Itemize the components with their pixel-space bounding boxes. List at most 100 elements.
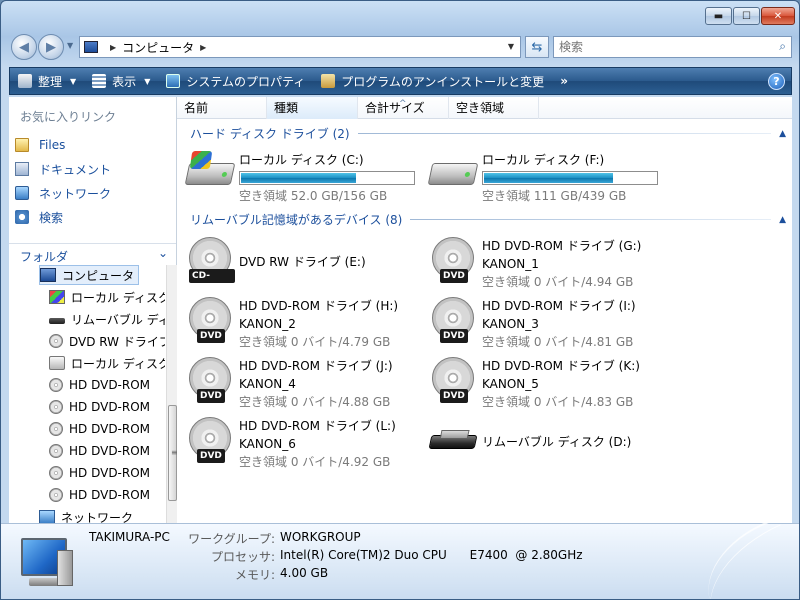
workgroup-value: WORKGROUP — [280, 530, 361, 544]
favorite-link-label: Files — [39, 138, 66, 152]
tree-item-network[interactable]: ネットワーク — [39, 507, 133, 523]
content-pane: 名前 種類 ^ 合計サイズ 空き領域 ハード ディスク ドライブ (2) ▲ ロ… — [177, 97, 792, 523]
tree-item-dvd-rw[interactable]: DVD RW ドライブ (E:) — [49, 331, 165, 351]
command-bar: 整理 ▼ 表示 ▼ システムのプロパティ プログラムのアンインストールと変更 »… — [9, 67, 792, 95]
network-icon — [39, 510, 55, 523]
computer-icon — [40, 268, 56, 282]
dvd-icon: CD-ROM — [187, 237, 235, 295]
back-button[interactable]: ◀ — [11, 34, 37, 60]
local-disk-c-icon — [49, 290, 65, 304]
tree-item-label: HD DVD-ROM — [69, 400, 151, 414]
group-divider — [357, 133, 772, 134]
dvd-icon: DVD — [187, 357, 235, 405]
workgroup-label: ワークグループ: — [188, 532, 275, 546]
drive-item-local-disk-c[interactable]: ローカル ディスク (C:) 空き領域 52.0 GB/156 GB — [184, 151, 427, 209]
collapse-group-icon[interactable]: ▲ — [779, 129, 786, 139]
chevron-right-icon[interactable]: ▶ — [200, 43, 206, 52]
column-header-total-size[interactable]: 合計サイズ — [358, 97, 449, 119]
favorite-link-label: ネットワーク — [39, 186, 112, 201]
dvd-icon — [49, 334, 63, 348]
scrollbar-thumb[interactable]: ≡ — [168, 405, 178, 501]
drive-details: DVD RW ドライブ (E:) — [239, 253, 366, 271]
column-header-type[interactable]: 種類 ^ — [267, 97, 407, 119]
organize-button[interactable]: 整理 ▼ — [10, 68, 84, 94]
minimize-button[interactable]: ▬ — [705, 7, 732, 25]
favorite-link-search[interactable]: 検索 — [15, 205, 111, 229]
drive-item-local-disk-f[interactable]: ローカル ディスク (F:) 空き領域 111 GB/439 GB — [427, 151, 670, 209]
more-commands-button[interactable]: » — [552, 74, 576, 88]
chevron-right-icon[interactable]: ▶ — [110, 43, 116, 52]
tree-item-local-disk-f[interactable]: ローカル ディスク (F:) — [49, 353, 165, 373]
drive-details: リムーバブル ディスク (D:) — [482, 433, 631, 451]
computer-tower-icon — [57, 550, 73, 586]
collapse-group-icon[interactable]: ▲ — [779, 215, 786, 225]
drive-item-hd-dvd-i[interactable]: DVD HD DVD-ROM ドライブ (I:) KANON_3 空き領域 0 … — [430, 297, 670, 355]
address-dropdown-icon[interactable]: ▼ — [508, 42, 514, 51]
help-button[interactable]: ? — [768, 73, 785, 90]
group-header-removable-storage[interactable]: リムーバブル記憶域があるデバイス (8) ▲ — [190, 211, 786, 228]
dvd-label: DVD — [440, 329, 468, 343]
dvd-icon: DVD — [430, 297, 478, 345]
favorite-link-network[interactable]: ネットワーク — [15, 181, 111, 205]
forward-button[interactable]: ▶ — [38, 34, 64, 60]
tree-scrollbar[interactable]: ≡ — [166, 265, 178, 523]
column-header-free-space[interactable]: 空き領域 — [449, 97, 539, 119]
system-properties-button[interactable]: システムのプロパティ — [158, 68, 313, 94]
close-button[interactable]: ✕ — [761, 7, 795, 25]
removable-disk-icon — [428, 417, 478, 465]
search-input[interactable] — [554, 37, 754, 57]
recent-pages-dropdown-icon[interactable]: ▼ — [67, 41, 73, 50]
favorite-link-files[interactable]: Files — [15, 133, 111, 157]
drive-item-hd-dvd-h[interactable]: DVD HD DVD-ROM ドライブ (H:) KANON_2 空き領域 0 … — [187, 297, 427, 355]
tree-item-label: ローカル ディスク (C:) — [71, 290, 165, 305]
address-bar[interactable]: ▶ コンピュータ ▶ ▼ — [79, 36, 521, 58]
refresh-button[interactable]: ⇆ — [525, 36, 549, 58]
favorite-link-documents[interactable]: ドキュメント — [15, 157, 111, 181]
tree-item-hd-dvd-rom[interactable]: HD DVD-ROM — [49, 397, 150, 417]
dvd-label: DVD — [197, 449, 225, 463]
folders-title: フォルダ — [20, 250, 69, 264]
group-header-hard-disk-drives[interactable]: ハード ディスク ドライブ (2) ▲ — [190, 125, 786, 142]
tree-item-hd-dvd-rom[interactable]: HD DVD-ROM — [49, 441, 150, 461]
folders-header[interactable]: フォルダ ⌄ — [9, 243, 176, 264]
drive-item-dvd-rw-e[interactable]: CD-ROM DVD RW ドライブ (E:) — [187, 237, 427, 295]
tree-item-label: HD DVD-ROM — [69, 466, 151, 480]
cd-rom-label: CD-ROM — [189, 269, 235, 295]
search-icon[interactable]: ⌕ — [779, 39, 786, 54]
tree-item-hd-dvd-rom[interactable]: HD DVD-ROM — [49, 463, 150, 483]
tree-item-computer[interactable]: コンピュータ — [39, 265, 140, 285]
column-header-name[interactable]: 名前 — [177, 97, 267, 119]
favorite-links-list: Files ドキュメント ネットワーク 検索 — [15, 133, 111, 229]
drive-usage-fill — [241, 173, 356, 183]
programs-icon — [321, 74, 336, 88]
column-header-label: 種類 — [274, 101, 299, 115]
drive-item-hd-dvd-k[interactable]: DVD HD DVD-ROM ドライブ (K:) KANON_5 空き領域 0 … — [430, 357, 670, 415]
tree-item-label: DVD RW ドライブ (E:) — [69, 334, 165, 349]
search-box[interactable]: ⌕ — [553, 36, 792, 58]
tree-item-hd-dvd-rom[interactable]: HD DVD-ROM — [49, 375, 150, 395]
breadcrumb-computer[interactable]: コンピュータ — [122, 39, 194, 56]
drive-item-hd-dvd-l[interactable]: DVD HD DVD-ROM ドライブ (L:) KANON_6 空き領域 0 … — [187, 417, 427, 475]
uninstall-programs-button[interactable]: プログラムのアンインストールと変更 — [313, 68, 552, 94]
organize-label: 整理 — [38, 74, 63, 89]
dvd-icon — [49, 444, 63, 458]
memory-value: 4.00 GB — [280, 566, 329, 580]
drive-item-hd-dvd-j[interactable]: DVD HD DVD-ROM ドライブ (J:) KANON_4 空き領域 0 … — [187, 357, 427, 415]
folder-tree: コンピュータ ローカル ディスク (C:) リムーバブル ディスク (D:) D… — [9, 265, 165, 523]
details-pane: TAKIMURA-PC ワークグループ: WORKGROUP プロセッサ: In… — [1, 517, 799, 599]
tree-item-label: コンピュータ — [62, 268, 135, 283]
volume-label: KANON_2 — [239, 317, 296, 331]
drive-item-removable-d[interactable]: リムーバブル ディスク (D:) — [428, 417, 670, 475]
view-icon — [92, 74, 107, 88]
drive-name: リムーバブル ディスク (D:) — [482, 435, 632, 449]
tree-item-removable-disk[interactable]: リムーバブル ディスク (D:) — [49, 309, 165, 329]
drive-free-space: 空き領域 111 GB/439 GB — [482, 189, 627, 203]
tree-item-hd-dvd-rom[interactable]: HD DVD-ROM — [49, 419, 150, 439]
tree-item-hd-dvd-rom[interactable]: HD DVD-ROM — [49, 485, 150, 505]
dvd-label: DVD — [197, 329, 225, 343]
drive-free-space: 空き領域 0 バイト/4.79 GB — [239, 335, 391, 349]
drive-item-hd-dvd-g[interactable]: DVD HD DVD-ROM ドライブ (G:) KANON_1 空き領域 0 … — [430, 237, 670, 295]
maximize-button[interactable]: ☐ — [733, 7, 760, 25]
tree-item-local-disk-c[interactable]: ローカル ディスク (C:) — [49, 287, 165, 307]
view-button[interactable]: 表示 ▼ — [84, 68, 158, 94]
